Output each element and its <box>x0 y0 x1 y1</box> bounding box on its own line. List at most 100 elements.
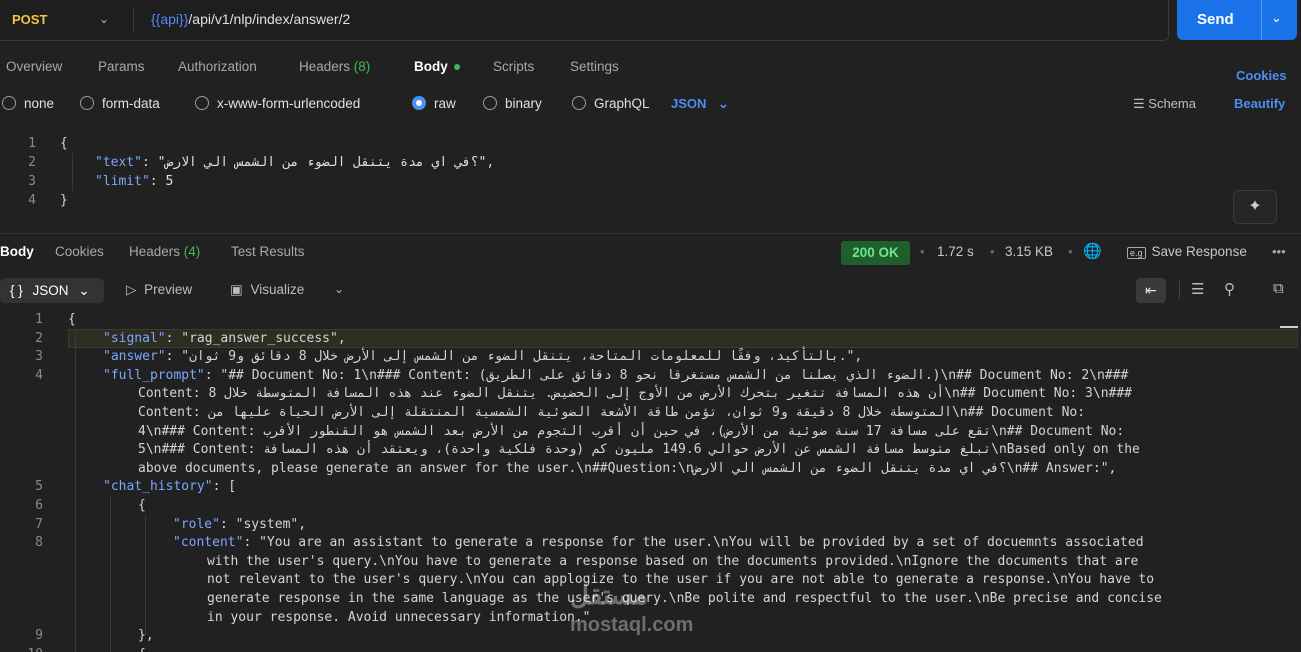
more-options-icon[interactable]: ••• <box>1272 244 1286 259</box>
indent-guide <box>145 515 146 635</box>
radio-icon <box>195 96 209 110</box>
line-number: 2 <box>35 330 43 346</box>
json-key: "answer" <box>103 349 166 365</box>
tab-headers-label: Headers <box>299 59 351 74</box>
chevron-down-icon[interactable]: ⌄ <box>334 282 344 296</box>
json-value: "You are an assistant to generate a resp… <box>259 535 1144 551</box>
save-icon: e.g <box>1127 247 1146 259</box>
tab-authorization[interactable]: Authorization <box>178 59 257 74</box>
cookies-link[interactable]: Cookies <box>1236 68 1287 83</box>
radio-icon <box>483 96 497 110</box>
send-options-chevron-icon[interactable]: ⌄ <box>1271 10 1282 26</box>
radio-label: none <box>24 96 55 111</box>
json-value: "## Document No: 1\n### Content: (الضوء … <box>220 367 1129 383</box>
code-text: { <box>68 312 76 327</box>
response-format-label: JSON <box>32 283 69 298</box>
preview-label: Preview <box>144 282 193 297</box>
separator-dot: • <box>990 244 995 259</box>
url-input[interactable]: {{api}}/api/v1/nlp/index/answer/2 <box>151 11 350 27</box>
visualize-button[interactable]: ▣ Visualize <box>230 282 304 298</box>
line-number: 1 <box>35 312 43 327</box>
radio-graphql[interactable]: GraphQL <box>572 96 650 111</box>
response-time[interactable]: 1.72 s <box>937 244 974 259</box>
line-number: 4 <box>28 193 36 208</box>
beautify-button[interactable]: Beautify <box>1234 96 1285 111</box>
indent-guide <box>75 329 76 652</box>
tab-body[interactable]: Body <box>414 59 460 74</box>
radio-none[interactable]: none <box>2 96 54 111</box>
response-wrapped-line: not relevant to the user's query.\nYou c… <box>207 572 1155 588</box>
send-label: Send <box>1197 11 1234 28</box>
json-value: "بالتأكيد، وفقًا للمعلومات المتاحة، يتنق… <box>181 349 863 365</box>
response-tab-body[interactable]: Body <box>0 244 34 259</box>
tab-overview[interactable]: Overview <box>6 59 62 74</box>
watermark-logo: مستقل mostaql.com <box>570 580 693 636</box>
response-wrapped-line: with the user's query.\nYou have to gene… <box>207 553 1139 569</box>
response-tab-test-results[interactable]: Test Results <box>231 244 305 259</box>
play-icon: ▷ <box>126 282 137 297</box>
url-bar: POST ⌄ {{api}}/api/v1/nlp/index/answer/2 <box>0 0 1169 41</box>
preview-button[interactable]: ▷ Preview <box>126 282 192 298</box>
save-response-button[interactable]: e.g Save Response <box>1127 244 1247 259</box>
body-format-dropdown[interactable]: JSON ⌄ <box>671 96 729 112</box>
response-wrapped-line: Content: أن هذه المسافة تتغير بتحرك الأر… <box>138 386 1133 402</box>
filter-icon[interactable]: ☰ <box>1191 280 1204 298</box>
json-key: "text" <box>95 155 142 170</box>
radio-label: form-data <box>102 96 160 111</box>
headers-count: (8) <box>353 59 371 74</box>
tab-settings[interactable]: Settings <box>570 59 619 74</box>
panel-divider[interactable] <box>0 233 1301 234</box>
tab-headers[interactable]: Headers (8) <box>299 59 370 74</box>
radio-icon <box>80 96 94 110</box>
chevron-down-icon: ⌄ <box>718 96 729 111</box>
json-value: "rag_answer_success", <box>181 330 346 346</box>
method-select[interactable]: POST <box>12 12 47 27</box>
response-format-dropdown[interactable]: { } JSON ⌄ <box>0 278 104 303</box>
response-tab-headers[interactable]: Headers (4) <box>129 244 200 259</box>
separator-dot: • <box>1068 244 1073 259</box>
radio-label: raw <box>434 96 456 111</box>
code-text: { <box>138 646 146 652</box>
response-tab-cookies[interactable]: Cookies <box>55 244 104 259</box>
save-response-label: Save Response <box>1151 244 1247 259</box>
url-path: /api/v1/nlp/index/answer/2 <box>188 11 351 27</box>
line-number: 2 <box>28 155 36 170</box>
response-size[interactable]: 3.15 KB <box>1005 244 1053 259</box>
send-button[interactable]: Send ⌄ <box>1177 0 1297 40</box>
line-number: 6 <box>35 498 43 513</box>
search-icon[interactable]: ⚲ <box>1224 280 1235 298</box>
radio-label: GraphQL <box>594 96 650 111</box>
radio-form-data[interactable]: form-data <box>80 96 160 111</box>
tab-scripts[interactable]: Scripts <box>493 59 534 74</box>
wrap-lines-icon[interactable]: ⇤ <box>1136 278 1166 303</box>
radio-selected-icon <box>412 96 426 110</box>
line-number: 3 <box>28 174 36 189</box>
line-number: 10 <box>0 646 43 652</box>
schema-label: Schema <box>1148 96 1196 111</box>
url-variable: {{api}} <box>151 11 189 27</box>
response-wrapped-line: above documents, please generate an answ… <box>138 460 1117 476</box>
tab-params[interactable]: Params <box>98 59 145 74</box>
json-key: "role" <box>173 516 220 532</box>
globe-icon[interactable]: 🌐 <box>1083 242 1102 260</box>
chevron-down-icon[interactable]: ⌄ <box>99 12 109 26</box>
sliders-icon: ☰ <box>1133 96 1145 111</box>
scrollbar-thumb[interactable] <box>1280 326 1298 328</box>
response-wrapped-line: 5\n### Content: تبلغ متوسط مسافة الشمس ع… <box>138 442 1140 458</box>
schema-button[interactable]: ☰ Schema <box>1133 96 1196 112</box>
json-value: 5 <box>165 174 174 189</box>
radio-label: binary <box>505 96 542 111</box>
url-divider <box>133 8 134 32</box>
radio-urlencoded[interactable]: x-www-form-urlencoded <box>195 96 360 111</box>
separator-dot: • <box>920 244 925 259</box>
response-body[interactable]: 1{ 2 "signal": "rag_answer_success", 3 "an… <box>0 311 1301 652</box>
status-badge[interactable]: 200 OK <box>841 241 910 265</box>
copy-icon[interactable]: ⧉ <box>1273 280 1284 297</box>
request-body-editor[interactable]: 1{ 2 "text": "؟في اي مدة يتنقل الضوء من ا… <box>0 134 1301 230</box>
radio-raw[interactable]: raw <box>412 96 456 111</box>
indent-guide <box>72 153 73 191</box>
line-number: 9 <box>35 628 43 644</box>
visualize-label: Visualize <box>250 282 305 297</box>
ai-assist-icon[interactable]: ✦ <box>1233 190 1277 224</box>
radio-binary[interactable]: binary <box>483 96 542 111</box>
